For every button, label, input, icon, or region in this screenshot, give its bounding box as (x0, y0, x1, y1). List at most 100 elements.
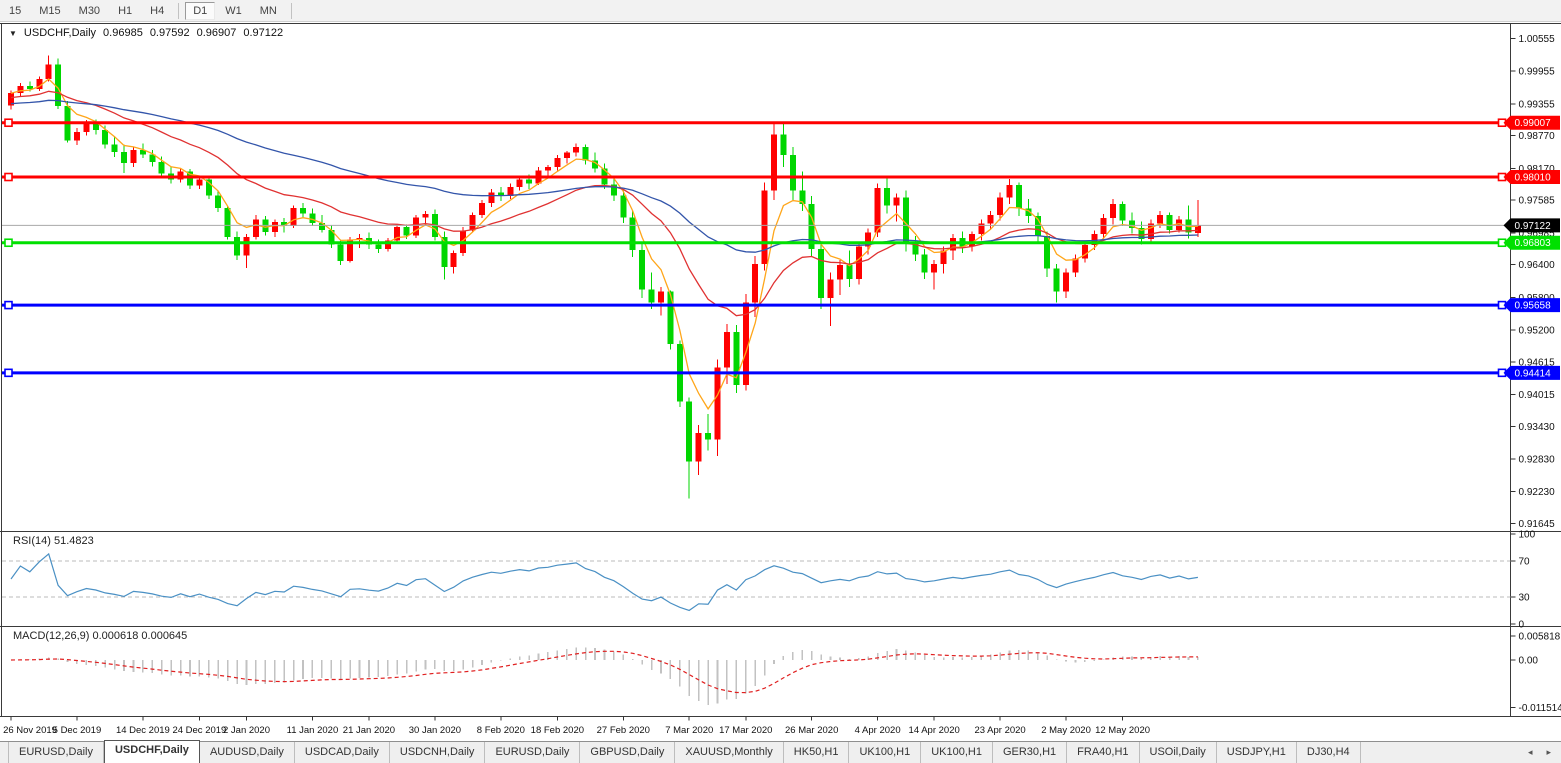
timeframe-button-m15[interactable]: M15 (31, 2, 68, 20)
candle-body (968, 234, 975, 247)
line-end-handle[interactable] (4, 300, 13, 310)
candle-body (836, 265, 843, 280)
chart-tab-dj30-h4[interactable]: DJ30,H4 (1297, 742, 1361, 763)
timeframe-button-h1[interactable]: H1 (110, 2, 140, 20)
price-tag-value: 0.94414 (1515, 368, 1552, 379)
chart-tab-usdcad-daily[interactable]: USDCAD,Daily (295, 742, 390, 763)
macd-indicator-label: MACD(12,26,9) 0.000618 0.000645 (13, 630, 188, 642)
candle-body (629, 217, 636, 250)
timeframe-button-d1[interactable]: D1 (185, 1, 216, 20)
date-axis-label: 21 Jan 2020 (343, 725, 395, 736)
candle-body (130, 149, 137, 163)
candle-body (422, 214, 429, 218)
price-axis-label: 0.97585 (1519, 196, 1556, 207)
price-tag-value: 0.96803 (1515, 238, 1552, 249)
date-axis-label: 2 Jan 2020 (223, 725, 270, 736)
date-axis-label: 27 Feb 2020 (597, 725, 650, 736)
price-axis-label: 0.99955 (1519, 67, 1556, 78)
price-tag-0.95658: 0.95658 (1503, 298, 1560, 313)
timeframe-button-15[interactable]: 15 (1, 2, 29, 20)
candle-body (573, 147, 580, 153)
ohlc-close: 0.97122 (243, 27, 284, 39)
price-axis-label: 0.92830 (1519, 455, 1556, 466)
line-end-handle[interactable] (4, 238, 13, 248)
candle-body (563, 152, 570, 158)
candle-body (554, 157, 561, 168)
date-axis-label: 4 Apr 2020 (855, 725, 901, 736)
symbol-dropdown-icon[interactable]: ▼ (9, 29, 17, 38)
date-axis-label: 7 Mar 2020 (665, 725, 713, 736)
candle-body (403, 227, 410, 236)
timeframe-button-h4[interactable]: H4 (142, 2, 172, 20)
chart-tab-usdcnh-daily[interactable]: USDCNH,Daily (390, 742, 486, 763)
candle-body (26, 86, 33, 89)
candle-body (92, 123, 99, 131)
line-end-handle[interactable] (4, 172, 13, 182)
chart-tab-hk50-h1[interactable]: HK50,H1 (784, 742, 850, 763)
candle-body (1081, 245, 1088, 259)
timeframe-toolbar: 15 M15 M30 H1 H4 D1 W1 MN (0, 0, 1561, 22)
price-axis-label: 0.94015 (1519, 390, 1556, 401)
chart-tab-usoil-daily[interactable]: USOil,Daily (1140, 742, 1217, 763)
chart-tab-audusd-daily[interactable]: AUDUSD,Daily (200, 742, 295, 763)
candle-body (620, 195, 627, 218)
chart-tab-eurusd-daily[interactable]: EURUSD,Daily (8, 742, 104, 763)
candle-body (1110, 204, 1117, 218)
chart-tab-uk100-h1[interactable]: UK100,H1 (921, 742, 993, 763)
candle-body (818, 248, 825, 298)
macd-axis-label: 0.005818 (1519, 632, 1561, 643)
chart-tab-usdchf-daily[interactable]: USDCHF,Daily (103, 740, 200, 763)
line-end-handle[interactable] (4, 368, 13, 378)
candle-body (639, 249, 646, 290)
tabs-scroll-right-icon[interactable]: ▸ (1546, 747, 1551, 758)
rsi-axis-label: 70 (1519, 557, 1531, 568)
line-end-handle[interactable] (4, 118, 13, 128)
rsi-axis-label: 0 (1519, 620, 1525, 631)
chart-title: ▼ USDCHF,Daily 0.96985 0.97592 0.96907 0… (9, 27, 283, 39)
chart-tab-xauusd-monthly[interactable]: XAUUSD,Monthly (675, 742, 784, 763)
candle-body (771, 134, 778, 191)
candle-body (987, 215, 994, 224)
candle-body (196, 179, 203, 186)
candle-body (252, 219, 259, 237)
chart-tab-fra40-h1[interactable]: FRA40,H1 (1067, 742, 1140, 763)
date-axis-label: 8 Feb 2020 (477, 725, 525, 736)
candle-body (648, 289, 655, 303)
timeframe-button-m30[interactable]: M30 (71, 2, 108, 20)
chart-canvas: 1.005550.999550.993550.987700.981700.975… (0, 22, 1561, 741)
chart-tab-eurusd-daily[interactable]: EURUSD,Daily (485, 742, 581, 763)
candle-body (158, 161, 165, 174)
date-axis-label: 2 May 2020 (1041, 725, 1091, 736)
timeframe-button-w1[interactable]: W1 (217, 2, 250, 20)
price-axis-label: 0.93430 (1519, 422, 1556, 433)
candle-body (686, 401, 693, 462)
candle-body (544, 167, 551, 171)
toolbar-divider (178, 2, 180, 19)
price-axis-label: 0.92230 (1519, 487, 1556, 498)
chart-tab-ger30-h1[interactable]: GER30,H1 (993, 742, 1068, 763)
price-axis-label: 0.91645 (1519, 519, 1556, 530)
date-axis-label: 24 Dec 2019 (172, 725, 226, 736)
chart-tab-usdjpy-h1[interactable]: USDJPY,H1 (1217, 742, 1297, 763)
date-axis-label: 11 Jan 2020 (287, 725, 339, 736)
candle-body (931, 264, 938, 273)
tabs-scroll-left-icon[interactable]: ◂ (1528, 747, 1533, 758)
candle-body (271, 222, 278, 233)
timeframe-button-mn[interactable]: MN (252, 2, 285, 20)
candle-body (309, 213, 316, 223)
candle-body (337, 244, 344, 261)
price-axis-label: 0.95200 (1519, 326, 1556, 337)
candle-body (789, 155, 796, 191)
candle-body (695, 432, 702, 462)
candle-body (290, 208, 297, 227)
chart-tab-uk100-h1[interactable]: UK100,H1 (849, 742, 922, 763)
price-tag-0.99007: 0.99007 (1503, 115, 1560, 130)
price-tag-value: 0.95658 (1515, 301, 1552, 312)
ohlc-low: 0.96907 (196, 27, 237, 39)
rsi-indicator-label: RSI(14) 51.4823 (13, 535, 94, 547)
candle-body (73, 131, 80, 141)
candle-body (526, 179, 533, 184)
candle-body (1053, 268, 1060, 292)
chart-tab-gbpusd-daily[interactable]: GBPUSD,Daily (580, 742, 676, 763)
date-axis-label: 23 Apr 2020 (974, 725, 1025, 736)
